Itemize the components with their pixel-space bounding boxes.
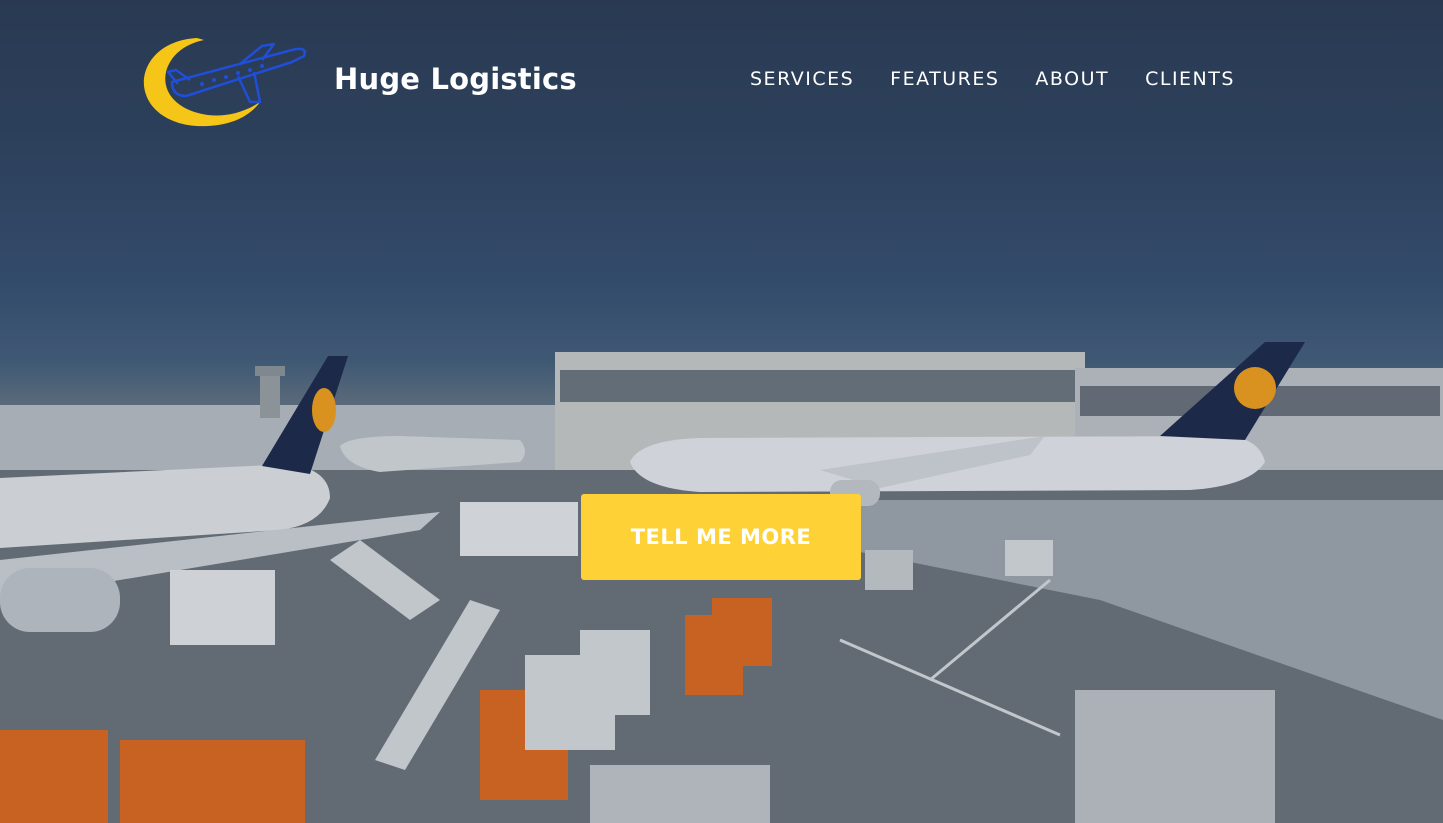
nav-item-features[interactable]: FEATURES <box>890 68 999 90</box>
hero-section: Huge Logistics SERVICES FEATURES ABOUT C… <box>0 0 1443 823</box>
nav-item-about[interactable]: ABOUT <box>1035 68 1109 90</box>
nav-item-clients[interactable]: CLIENTS <box>1145 68 1235 90</box>
brand[interactable]: Huge Logistics <box>142 34 577 130</box>
tell-me-more-button[interactable]: TELL ME MORE <box>581 494 861 580</box>
nav-item-services[interactable]: SERVICES <box>750 68 854 90</box>
airplane-crescent-icon <box>143 38 306 127</box>
brand-name: Huge Logistics <box>334 62 577 96</box>
main-nav: SERVICES FEATURES ABOUT CLIENTS <box>750 68 1235 90</box>
